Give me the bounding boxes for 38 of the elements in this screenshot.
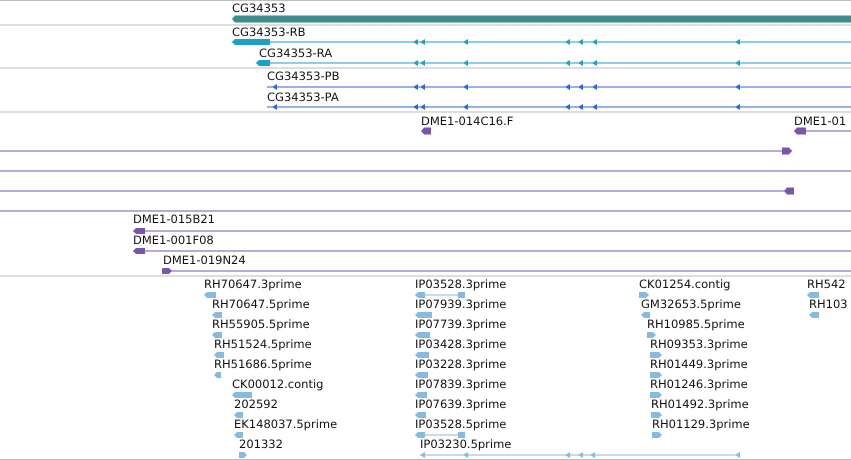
feature-label[interactable]: IP07639.3prime xyxy=(415,397,506,411)
feature-label[interactable]: DME1-001F08 xyxy=(133,233,214,247)
feature-label[interactable]: CG34353-RB xyxy=(232,25,306,39)
feature-label[interactable]: CG34353-PA xyxy=(267,90,339,104)
feature-label[interactable]: IP07839.3prime xyxy=(415,377,506,391)
feature-label[interactable]: 201332 xyxy=(239,437,283,451)
feature-label[interactable]: IP03528.3prime xyxy=(415,277,506,291)
feature-label[interactable]: RH70647.3prime xyxy=(204,277,302,291)
feature-label[interactable]: CK01254.contig xyxy=(639,277,730,291)
feature-label[interactable]: IP03230.5prime xyxy=(420,437,512,451)
feature-label[interactable]: RH01449.3prime xyxy=(650,357,748,371)
feature-label[interactable]: RH09353.3prime xyxy=(650,337,748,351)
feature-label[interactable]: CG34353 xyxy=(232,1,286,15)
feature-label[interactable]: GM32653.5prime xyxy=(641,297,741,311)
feature-label[interactable]: CG34353-RA xyxy=(259,46,332,60)
feature-label[interactable]: RH51686.5prime xyxy=(214,357,312,371)
feature-label[interactable]: DME1-019N24 xyxy=(163,253,246,267)
feature-label[interactable]: RH10985.5prime xyxy=(647,317,745,331)
feature-label[interactable]: EK148037.5prime xyxy=(234,417,338,431)
feature-label[interactable]: CG34353-PB xyxy=(267,69,340,83)
feature-label[interactable]: IP07939.3prime xyxy=(415,297,506,311)
feature-label[interactable]: RH01129.3prime xyxy=(652,417,750,431)
feature-label[interactable]: RH103 xyxy=(809,297,848,311)
feature-label[interactable]: DME1-01 xyxy=(794,114,846,128)
feature-label[interactable]: RH542 xyxy=(807,277,846,291)
feature-label[interactable]: IP03228.3prime xyxy=(415,357,506,371)
feature-label[interactable]: IP07739.3prime xyxy=(415,317,506,331)
feature-label[interactable]: RH01246.3prime xyxy=(650,377,748,391)
feature-label[interactable]: 202592 xyxy=(234,397,278,411)
feature-label[interactable]: DME1-014C16.F xyxy=(421,114,514,128)
feature-label[interactable]: RH70647.5prime xyxy=(212,297,310,311)
feature-label[interactable]: IP03428.3prime xyxy=(415,337,506,351)
feature-label[interactable]: CK00012.contig xyxy=(232,377,324,391)
feature-label[interactable]: IP03528.5prime xyxy=(415,417,506,431)
feature-label[interactable]: RH01492.3prime xyxy=(651,397,749,411)
feature-label[interactable]: DME1-015B21 xyxy=(133,212,215,226)
feature-label[interactable]: RH55905.5prime xyxy=(212,317,310,331)
feature-label[interactable]: RH51524.5prime xyxy=(214,337,312,351)
